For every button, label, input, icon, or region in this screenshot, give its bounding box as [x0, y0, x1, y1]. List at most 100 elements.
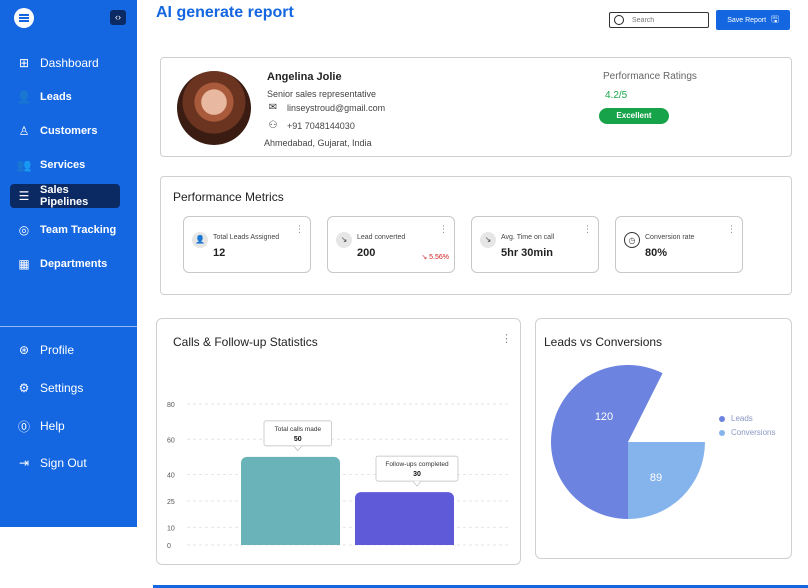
- sidebar-item-label: Profile: [40, 343, 75, 357]
- y-tick-label: 60: [167, 437, 175, 444]
- more-options-icon[interactable]: ⋮: [727, 225, 736, 234]
- y-tick-label: 10: [167, 525, 175, 532]
- metric-label: Avg. Time on call: [501, 234, 555, 241]
- pie-slice-conversions[interactable]: [628, 442, 705, 519]
- sidebar-item-label: Services: [40, 159, 86, 171]
- bar-base: [241, 539, 340, 545]
- sidebar-item-leads[interactable]: 👤 Leads: [10, 85, 120, 109]
- y-tick-label: 25: [167, 499, 175, 506]
- collapse-sidebar-button[interactable]: ‹›: [110, 10, 126, 25]
- sign-out-icon: ⇥: [18, 456, 30, 470]
- mail-icon: ✉: [268, 102, 278, 113]
- trend-down-icon: ↘: [336, 232, 352, 248]
- metric-label: Lead converted: [357, 234, 406, 241]
- metric-total-leads: 👤 Total Leads Assigned 12 ⋮: [183, 216, 311, 273]
- search-box[interactable]: [609, 12, 709, 28]
- legend-dot: [719, 429, 725, 436]
- sidebar-item-label: Departments: [40, 258, 108, 270]
- sidebar-item-label: Sales Pipelines: [39, 184, 89, 208]
- sidebar-item-help[interactable]: ⓪ Help: [10, 414, 120, 438]
- save-icon: 🖫: [771, 14, 779, 24]
- sidebar-item-label: Settings: [40, 381, 84, 395]
- sidebar-item-label: Sign Out: [40, 456, 87, 470]
- performance-badge: Excellent: [599, 108, 669, 124]
- bar-category-label: Follow-ups completed: [385, 461, 449, 468]
- sidebar-divider: [0, 326, 137, 327]
- bar-value-label: 30: [413, 471, 421, 478]
- metric-value: 5hr 30min: [501, 247, 553, 259]
- profile-role: Senior sales representative: [267, 89, 377, 99]
- department-icon: ▦: [18, 257, 30, 271]
- sidebar-item-sales-pipelines[interactable]: ☰ Sales Pipelines: [10, 184, 120, 208]
- metric-trend: ↘ 5.56%: [421, 253, 449, 261]
- sidebar-item-profile[interactable]: ⊛ Profile: [10, 338, 120, 362]
- pie-value-label: 120: [595, 411, 613, 423]
- trend-arrow-icon: ↘: [421, 254, 430, 261]
- metric-avg-time: ↘ Avg. Time on call 5hr 30min ⋮: [471, 216, 599, 273]
- bar[interactable]: [355, 492, 454, 545]
- metric-label: Conversion rate: [645, 234, 695, 241]
- sidebar-item-label: Team Tracking: [40, 224, 117, 236]
- sidebar-item-team-tracking[interactable]: ◎ Team Tracking: [10, 218, 120, 242]
- sidebar-item-dashboard[interactable]: ⊞ Dashboard: [10, 51, 120, 75]
- tooltip-pointer: [412, 480, 422, 487]
- calls-bar-chart: 0 10 25 40 60 80 Total calls made 50 Follow-ups …: [167, 402, 509, 550]
- page-title: AI generate report: [156, 4, 294, 21]
- tooltip-pointer: [293, 445, 303, 452]
- sidebar-item-label: Leads: [40, 91, 72, 103]
- sidebar: ‹› ⊞ Dashboard 👤 Leads ♙ Customers 👥 Ser…: [0, 0, 137, 527]
- bar-base: [355, 539, 454, 545]
- sidebar-item-sign-out[interactable]: ⇥ Sign Out: [10, 451, 120, 475]
- legend-dot: [719, 415, 725, 422]
- more-options-icon[interactable]: ⋮: [583, 225, 592, 234]
- sidebar-top: ‹›: [14, 8, 130, 28]
- metric-conversion-rate: ◷ Conversion rate 80% ⋮: [615, 216, 743, 273]
- y-tick-label: 40: [167, 473, 175, 480]
- search-icon: [614, 15, 624, 25]
- metric-value: 200: [357, 247, 376, 259]
- grid-icon: ⊞: [18, 56, 30, 70]
- sidebar-item-label: Help: [40, 419, 65, 433]
- profile-card: Angelina Jolie Senior sales representati…: [160, 57, 792, 157]
- user-icon: 👤: [192, 232, 208, 248]
- legend-item-conversions: Conversions: [719, 428, 775, 437]
- y-tick-label: 0: [167, 543, 171, 550]
- tracking-icon: ◎: [18, 223, 30, 237]
- metric-value: 12: [213, 247, 226, 259]
- profile-email[interactable]: linseystroud@gmail.com: [287, 103, 385, 113]
- performance-title: Performance Ratings: [603, 71, 697, 82]
- more-options-icon[interactable]: ⋮: [295, 225, 304, 234]
- bar-value-label: 50: [294, 436, 302, 443]
- help-icon: ⓪: [17, 419, 30, 434]
- more-options-icon[interactable]: ⋮: [439, 225, 448, 234]
- y-tick-label: 80: [167, 402, 175, 409]
- metric-lead-converted: ↘ Lead converted 200 ⋮ ↘ 5.56%: [327, 216, 455, 273]
- trend-down-icon: ↘: [480, 232, 496, 248]
- save-report-button[interactable]: Save Report 🖫: [716, 10, 790, 30]
- pie-value-label: 89: [650, 472, 662, 484]
- sidebar-item-label: Dashboard: [40, 56, 99, 70]
- metric-trend-value: 5.56%: [429, 254, 449, 261]
- sidebar-item-services[interactable]: 👥 Services: [10, 153, 120, 177]
- profile-email-row: ✉ linseystroud@gmail.com: [265, 102, 385, 113]
- menu-icon[interactable]: [14, 8, 34, 28]
- avatar: [177, 71, 251, 145]
- bar-category-label: Total calls made: [274, 426, 321, 433]
- bar[interactable]: [241, 456, 340, 545]
- pie-legend: Leads Conversions: [719, 414, 775, 442]
- legend-item-leads: Leads: [719, 414, 775, 423]
- sidebar-item-departments[interactable]: ▦ Departments: [10, 252, 120, 276]
- search-input[interactable]: [632, 16, 702, 24]
- profile-icon: ⊛: [18, 343, 30, 357]
- performance-value: 4.2/5: [605, 90, 628, 101]
- profile-phone: +91 7048144030: [287, 120, 355, 131]
- add-contact-icon: ⚇: [268, 120, 278, 131]
- metrics-card: Performance Metrics 👤 Total Leads Assign…: [160, 176, 792, 295]
- metric-value: 80%: [645, 247, 668, 259]
- sidebar-item-customers[interactable]: ♙ Customers: [10, 119, 120, 143]
- clock-icon: ◷: [624, 232, 640, 248]
- user-star-icon: ♙: [18, 124, 30, 138]
- metric-label: Total Leads Assigned: [213, 234, 280, 241]
- profile-name: Angelina Jolie: [267, 71, 342, 83]
- sidebar-item-settings[interactable]: ⚙ Settings: [10, 376, 120, 400]
